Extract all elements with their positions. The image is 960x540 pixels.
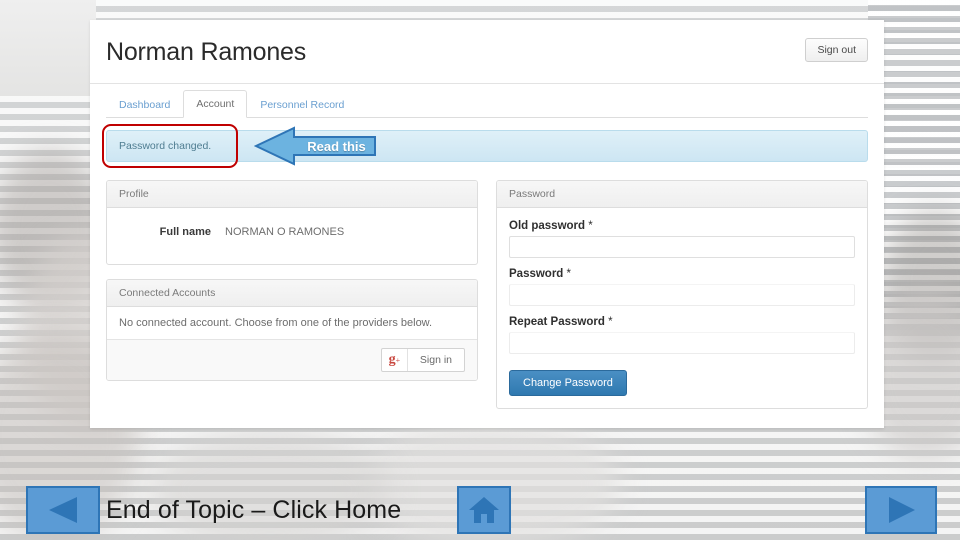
old-password-input[interactable] <box>509 236 855 258</box>
content-columns: Profile Full name NORMAN O RAMONES Conne… <box>106 180 868 423</box>
new-password-group: Password * <box>509 268 855 306</box>
repeat-password-label-text: Repeat Password <box>509 316 605 328</box>
old-password-label-text: Old password <box>509 220 586 232</box>
new-password-label-text: Password <box>509 268 564 280</box>
page-title: Norman Ramones <box>106 38 307 66</box>
app-header: Norman Ramones Sign out <box>90 20 884 84</box>
slide-navigation-bar: End of Topic – Click Home <box>0 448 960 540</box>
profile-panel-body: Full name NORMAN O RAMONES <box>107 208 477 264</box>
connected-accounts-footer: g + Sign in <box>107 339 477 380</box>
left-column: Profile Full name NORMAN O RAMONES Conne… <box>106 180 478 423</box>
app-window: Norman Ramones Sign out Dashboard Accoun… <box>90 20 884 428</box>
full-name-label: Full name <box>159 226 211 238</box>
connected-accounts-empty-text: No connected account. Choose from one of… <box>119 317 433 329</box>
password-changed-alert: Password changed. <box>106 130 868 162</box>
right-column: Password Old password * Password * Repea… <box>496 180 868 423</box>
repeat-password-group: Repeat Password * <box>509 316 855 354</box>
tab-dashboard[interactable]: Dashboard <box>106 91 183 118</box>
background-wall <box>0 0 96 96</box>
profile-panel-heading: Profile <box>107 181 477 208</box>
connected-accounts-heading: Connected Accounts <box>107 280 477 307</box>
change-password-button[interactable]: Change Password <box>509 370 627 396</box>
previous-slide-button[interactable] <box>26 486 100 534</box>
repeat-password-input[interactable] <box>509 332 855 354</box>
password-panel-body: Old password * Password * Repeat Passwor… <box>497 208 867 408</box>
alert-row: Password changed. Read this <box>102 124 868 168</box>
triangle-right-icon <box>889 497 915 523</box>
old-password-label: Old password * <box>509 220 855 232</box>
password-panel: Password Old password * Password * Repea… <box>496 180 868 409</box>
connected-accounts-panel: Connected Accounts No connected account.… <box>106 279 478 381</box>
tab-account[interactable]: Account <box>183 90 248 118</box>
slide-caption: End of Topic – Click Home <box>106 495 402 524</box>
google-sign-in-button[interactable]: g + Sign in <box>380 348 465 372</box>
next-slide-button[interactable] <box>865 486 937 534</box>
slide-canvas: Norman Ramones Sign out Dashboard Accoun… <box>0 0 960 540</box>
triangle-left-icon <box>49 497 77 523</box>
sign-out-button[interactable]: Sign out <box>805 38 868 62</box>
full-name-row: Full name NORMAN O RAMONES <box>119 220 465 252</box>
google-sign-in-label: Sign in <box>419 354 452 366</box>
full-name-value: NORMAN O RAMONES <box>225 226 345 238</box>
tab-bar: Dashboard Account Personnel Record <box>106 90 868 118</box>
password-panel-heading: Password <box>497 181 867 208</box>
profile-panel: Profile Full name NORMAN O RAMONES <box>106 180 478 265</box>
new-password-label: Password * <box>509 268 855 280</box>
google-plus-glyph: g <box>388 352 396 367</box>
home-icon <box>469 497 499 523</box>
old-password-required-mark: * <box>588 220 593 232</box>
home-button[interactable] <box>457 486 511 534</box>
read-this-callout: Read this <box>254 126 377 166</box>
google-plus-sup: + <box>395 355 401 365</box>
new-password-required-mark: * <box>566 268 572 280</box>
tab-personnel-record[interactable]: Personnel Record <box>247 91 357 118</box>
alert-text: Password changed. <box>119 140 212 152</box>
callout-label: Read this <box>307 138 366 154</box>
repeat-password-label: Repeat Password * <box>509 316 855 328</box>
old-password-group: Old password * <box>509 220 855 258</box>
google-plus-icon: g + <box>382 349 408 371</box>
new-password-input[interactable] <box>509 284 855 306</box>
repeat-password-required-mark: * <box>608 316 613 328</box>
